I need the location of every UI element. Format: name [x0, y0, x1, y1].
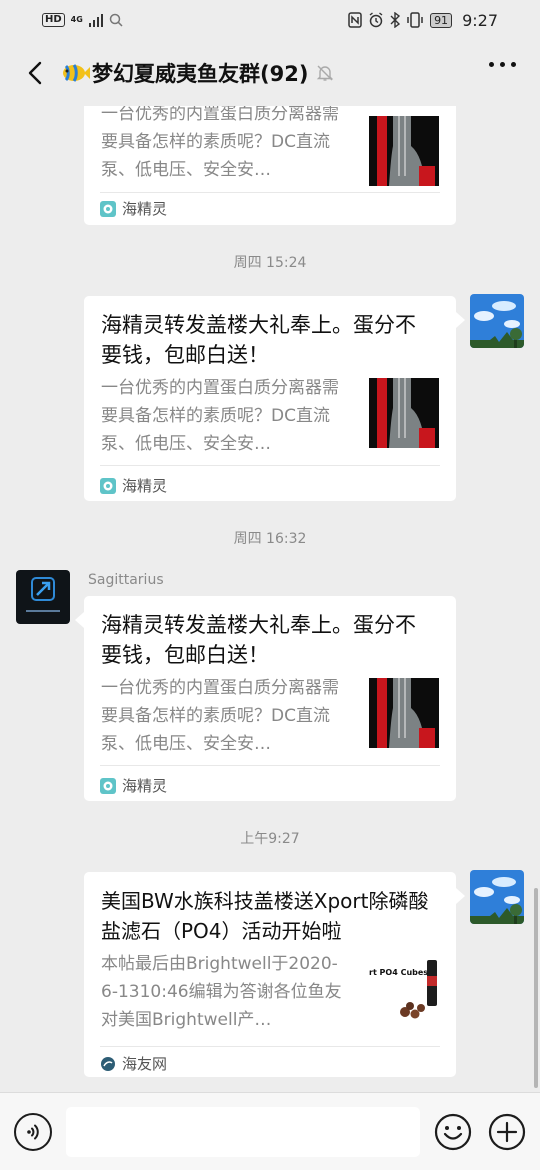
source-name: 海精灵	[122, 477, 168, 495]
signal-icon	[88, 13, 104, 27]
input-bar	[0, 1092, 540, 1170]
link-card-source: 海友网	[100, 1053, 167, 1074]
bell-off-icon	[317, 65, 334, 81]
message-input[interactable]	[66, 1107, 420, 1157]
source-name: 海精灵	[122, 777, 168, 795]
link-card-source: 海精灵	[100, 775, 167, 796]
nfc-icon	[348, 12, 362, 28]
link-card-description: 一台优秀的内置蛋白质分离器需要具备怎样的素质呢？DC直流泵、低电压、安全安…	[101, 106, 339, 180]
card-divider	[100, 192, 440, 193]
more-button[interactable]	[489, 62, 516, 67]
scrollbar[interactable]	[534, 888, 538, 1088]
source-name: 海精灵	[122, 200, 168, 218]
emoji-icon[interactable]	[434, 1113, 472, 1151]
link-card-message[interactable]: 美国BW水族科技盖楼送Xport除磷酸盐滤石（PO4）活动开始啦 本帖最后由Br…	[84, 872, 456, 1077]
sender-avatar[interactable]	[16, 570, 70, 624]
app-source-icon	[100, 200, 116, 217]
link-card-description: 本帖最后由Brightwell于2020-6-1310:46编辑为答谢各位鱼友对…	[101, 954, 342, 1030]
timestamp: 周四 16:32	[233, 531, 307, 547]
more-dot	[511, 62, 516, 67]
link-card-source: 海精灵	[100, 475, 167, 496]
search-icon	[110, 13, 123, 27]
link-card-message[interactable]: 海精灵转发盖楼大礼奉上。蛋分不要钱，包邮白送！ 一台优秀的内置蛋白质分离器需要具…	[84, 596, 456, 801]
timestamp: 上午9:27	[240, 831, 300, 847]
link-card-message[interactable]: 海精灵转发盖楼大礼奉上。蛋分不要钱，包邮白送！ 一台优秀的内置蛋白质分离器需要具…	[84, 296, 456, 501]
card-divider	[100, 1046, 440, 1047]
link-card-title: 美国BW水族科技盖楼送Xport除磷酸盐滤石（PO4）活动开始啦	[101, 889, 429, 943]
voice-button[interactable]	[14, 1113, 52, 1151]
vibrate-icon	[407, 12, 423, 28]
link-card-thumbnail: rt PO4 Cubes	[369, 954, 439, 1024]
alarm-icon	[369, 12, 383, 28]
status-left: HD 4G	[42, 13, 123, 27]
bubble-tail	[75, 612, 84, 628]
status-right: 91 9:27	[348, 11, 498, 30]
bubble-tail	[456, 312, 465, 328]
protein-skimmer-image	[369, 678, 439, 748]
protein-skimmer-image	[369, 378, 439, 448]
link-card-title: 海精灵转发盖楼大礼奉上。蛋分不要钱，包邮白送！	[101, 313, 416, 367]
message-list[interactable]: 一台优秀的内置蛋白质分离器需要具备怎样的素质呢？DC直流泵、低电压、安全安… 海…	[0, 106, 540, 1092]
app-source-icon	[100, 777, 116, 794]
chat-header: 梦幻夏威夷鱼友群(92)	[0, 40, 540, 106]
protein-skimmer-image	[369, 116, 439, 186]
thumbnail-caption: rt PO4 Cubes	[369, 968, 429, 977]
fish-emoji-icon	[63, 64, 90, 82]
more-dot	[500, 62, 505, 67]
link-card-source: 海精灵	[100, 198, 167, 219]
app-source-icon	[101, 1056, 115, 1071]
back-button[interactable]	[20, 58, 50, 88]
sender-name: Sagittarius	[88, 572, 164, 588]
link-card-thumbnail	[369, 116, 439, 186]
bubble-tail	[456, 888, 465, 904]
chevron-left-icon	[28, 61, 42, 85]
network-type: 4G	[70, 15, 83, 24]
sky-photo-avatar	[470, 870, 524, 924]
source-name: 海友网	[122, 1055, 168, 1073]
my-avatar[interactable]	[470, 294, 524, 348]
app-source-icon	[100, 477, 116, 494]
sagittarius-avatar	[16, 570, 70, 624]
link-card-thumbnail	[369, 678, 439, 748]
link-card-description: 一台优秀的内置蛋白质分离器需要具备怎样的素质呢？DC直流泵、低电压、安全安…	[101, 678, 339, 754]
link-card-message[interactable]: 一台优秀的内置蛋白质分离器需要具备怎样的素质呢？DC直流泵、低电压、安全安… 海…	[84, 106, 456, 225]
sky-photo-avatar	[470, 294, 524, 348]
battery-icon: 91	[430, 12, 453, 28]
bluetooth-icon	[390, 12, 401, 28]
chat-title-group: 梦幻夏威夷鱼友群(92)	[60, 58, 334, 88]
hd-badge: HD	[42, 13, 65, 27]
timestamp: 周四 15:24	[233, 255, 307, 271]
chat-title: 梦幻夏威夷鱼友群(92)	[92, 62, 309, 86]
link-card-description: 一台优秀的内置蛋白质分离器需要具备怎样的素质呢？DC直流泵、低电压、安全安…	[101, 378, 339, 454]
my-avatar[interactable]	[470, 870, 524, 924]
plus-circle-icon[interactable]	[488, 1113, 526, 1151]
card-divider	[100, 465, 440, 466]
more-dot	[489, 62, 494, 67]
status-bar: HD 4G 91 9:27	[0, 0, 540, 40]
link-card-title: 海精灵转发盖楼大礼奉上。蛋分不要钱，包邮白送！	[101, 613, 416, 667]
card-divider	[100, 765, 440, 766]
po4-cubes-product-image	[369, 954, 439, 1024]
voice-icon	[27, 1124, 39, 1140]
link-card-thumbnail	[369, 378, 439, 448]
clock: 9:27	[462, 10, 498, 30]
